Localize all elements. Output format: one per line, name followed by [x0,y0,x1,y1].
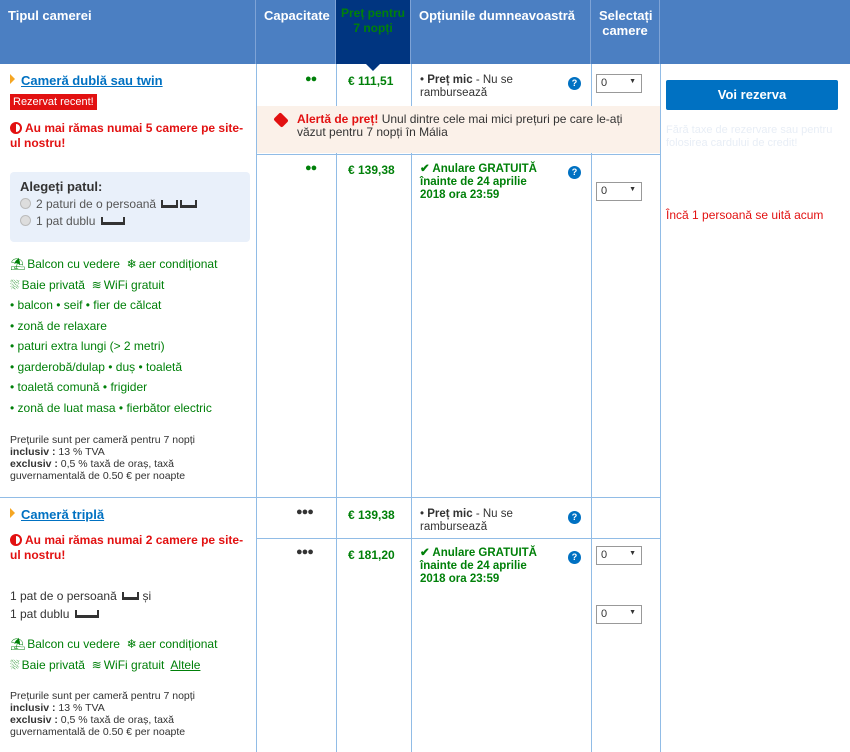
room2-facilities: ⛱ Balcon cu vedere ❄ aer condiționat ⛆ Baie… [10,637,218,672]
reserve-button[interactable]: Voi rezerva [666,80,838,110]
header-select: Selectați camere [591,0,660,64]
room1-opt1-select[interactable]: 0 [596,74,642,93]
checkmark-icon: ✔ [420,547,430,559]
room1-facilities: ⛱ Balcon cu vedere ❄ aer condiționat ⛆ Baie… [10,257,218,415]
single-bed-icon [180,200,198,208]
single-bed-icon [161,200,179,208]
room1-opt1-policy: • Preț mic - Nu se rambursează [420,74,513,99]
expand-triangle-icon [10,74,15,84]
wifi-icon: ≋ [91,657,102,672]
shower-icon: ⛆ [10,277,20,292]
snowflake-icon: ❄ [126,637,137,651]
room2-price-note: Prețurile sunt per cameră pentru 7 nopți… [10,690,196,738]
header-empty [660,0,850,64]
header-capacity: Capacitate [256,0,336,64]
room2-scarcity: Au mai rămas numai 2 camere pe site-ul n… [10,533,244,562]
room2-title[interactable]: Cameră triplă [10,507,104,522]
radio-double[interactable] [20,215,31,226]
no-fees-text: Fără taxe de rezervare sau pentru folosi… [666,124,833,149]
room1-opt1-price: € 111,51 [348,74,394,88]
room1-title[interactable]: Cameră dublă sau twin [10,73,163,88]
more-facilities-link[interactable]: Altele [170,658,200,672]
room2-opt2-policy: ✔ Anulare GRATUITĂ înainte de 24 aprilie… [420,547,537,585]
bed-choice-box: Alegeți patul: 2 paturi de o persoană 1 … [10,172,250,242]
capacity-3-icon: ●●● [296,546,314,558]
viewers-text: Încă 1 persoană se uită acum [666,208,824,222]
room1-scarcity: Au mai rămas numai 5 camere pe site-ul n… [10,121,244,150]
capacity-2-icon: ●● [305,162,317,174]
double-bed-icon [100,217,125,225]
room1-opt2-policy: ✔ Anulare GRATUITĂ înainte de 24 aprilie… [420,163,537,201]
expand-triangle-icon [10,508,15,518]
room2-opt1-price: € 139,38 [348,508,395,522]
wifi-icon: ≋ [91,277,102,292]
checkmark-icon: ✔ [420,163,430,175]
capacity-2-icon: ●● [305,73,317,85]
room2-opt1-select[interactable]: 0 [596,546,642,565]
room1-opt2-select[interactable]: 0 [596,182,642,201]
shower-icon: ⛆ [10,657,20,672]
room1-price-note: Prețurile sunt per cameră pentru 7 nopți… [10,434,196,482]
balcony-icon: ⛱ [10,257,26,271]
timer-icon [10,122,22,134]
bed-option-double[interactable]: 1 pat dublu [20,214,240,228]
room1-opt2-price: € 139,38 [348,163,395,177]
balcony-icon: ⛱ [10,637,26,651]
info-icon[interactable]: ? [568,75,581,90]
room1-link[interactable]: Cameră dublă sau twin [21,73,163,88]
info-icon[interactable]: ? [568,549,581,564]
capacity-3-icon: ●●● [296,506,314,518]
room2-link[interactable]: Cameră triplă [21,507,104,522]
header-options: Opțiunile dumneavoastră [411,0,591,64]
bed-option-twin[interactable]: 2 paturi de o persoană [20,197,240,211]
room2-opt2-select[interactable]: 0 [596,605,642,624]
timer-icon [10,534,22,546]
bed-choice-title: Alegeți patul: [20,179,103,194]
header-room-type: Tipul camerei [0,0,256,64]
single-bed-icon [122,592,140,600]
room2-beds: 1 pat de o persoană și 1 pat dublu [10,589,152,621]
info-icon[interactable]: ? [568,509,581,524]
room2-opt2-price: € 181,20 [348,548,395,562]
header-price[interactable]: Preț pentru 7 nopți [336,0,411,71]
info-icon[interactable]: ? [568,164,581,179]
snowflake-icon: ❄ [126,257,137,271]
radio-twin[interactable] [20,198,31,209]
price-alert: Alertă de preț! Unul dintre cele mai mic… [257,106,660,153]
recently-booked-badge: Rezervat recent! [10,94,97,110]
price-tag-icon [273,112,289,128]
room2-opt1-policy: • Preț mic - Nu se rambursează [420,508,513,533]
double-bed-icon [74,610,99,618]
